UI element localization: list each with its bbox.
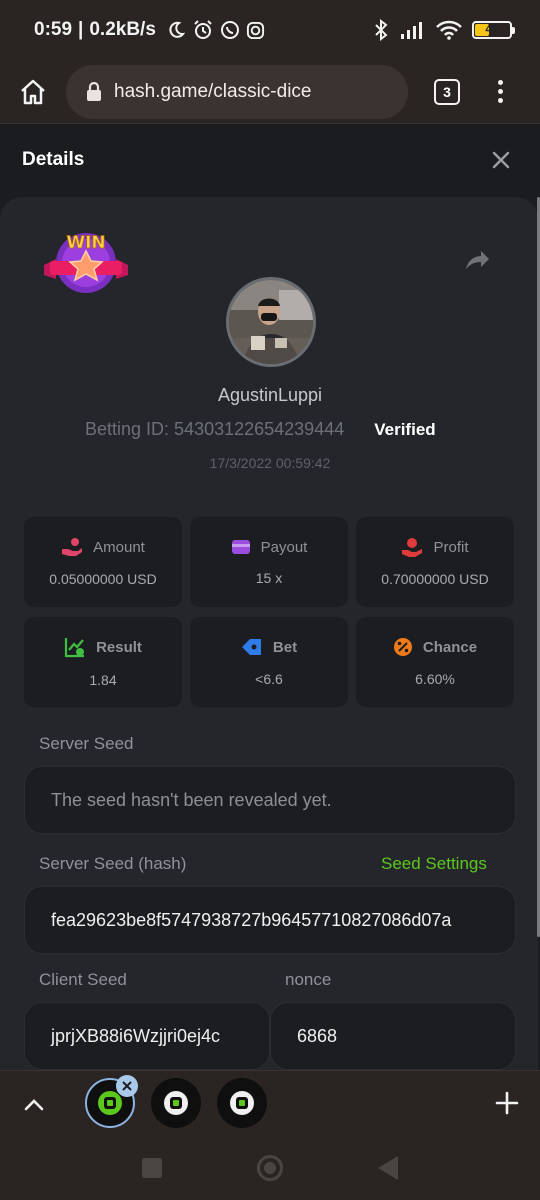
stat-value: 6.60% (415, 671, 455, 687)
close-icon (492, 151, 510, 169)
tab-strip (0, 1070, 540, 1136)
system-nav-bar (0, 1136, 540, 1200)
server-seed-hash-value: fea29623be8f5747938727b96457710827086d07… (51, 909, 452, 930)
moon-icon (169, 21, 186, 38)
url-bar[interactable]: hash.game/classic-dice (66, 64, 408, 119)
stat-value: 0.70000000 USD (381, 571, 489, 587)
betting-id: Betting ID: 54303122654239444 (85, 419, 345, 439)
chevron-up-icon (24, 1098, 44, 1110)
tab-thumbnail[interactable] (217, 1078, 267, 1128)
stat-label: Bet (272, 638, 298, 656)
stat-profit: Profit 0.70000000 USD (356, 517, 514, 607)
client-seed-field[interactable]: jprjXB88i6Wzjjri0ej4c (24, 1002, 270, 1070)
stat-amount: Amount 0.05000000 USD (24, 517, 182, 607)
home-icon (21, 79, 45, 104)
wallet-icon (231, 540, 250, 554)
modal-header: Details (0, 125, 540, 195)
battery-level: 41 (485, 22, 499, 36)
server-seed-label: Server Seed (39, 734, 134, 753)
stat-value: 1.84 (89, 672, 117, 688)
stat-bet: Bet <6.6 (190, 617, 348, 707)
stat-label: Payout (260, 538, 308, 556)
home-nav-button[interactable] (257, 1155, 283, 1181)
hash-game-favicon-icon (164, 1091, 188, 1115)
hand-coins-icon (62, 538, 83, 556)
battery-icon: 41 (472, 21, 515, 39)
back-button[interactable] (378, 1156, 398, 1180)
win-badge-icon: WIN (44, 233, 128, 293)
stat-label: Profit (433, 538, 469, 556)
betting-id-row: Betting ID: 54303122654239444 Verified (85, 419, 436, 440)
stats-grid: Amount 0.05000000 USD Payout 15 x Profit… (24, 517, 514, 707)
bet-timestamp: 17/3/2022 00:59:42 (209, 455, 331, 471)
server-seed-field[interactable]: The seed hasn't been revealed yet. (24, 766, 516, 834)
avatar (226, 277, 316, 367)
percent-icon (393, 638, 412, 656)
stat-label: Result (96, 638, 142, 656)
signal-icon (401, 22, 422, 39)
nonce-label: nonce (285, 970, 332, 989)
browser-menu-button[interactable] (498, 80, 503, 103)
wifi-icon (436, 20, 462, 40)
avatar-photo (229, 280, 313, 364)
seed-settings-link[interactable]: Seed Settings (381, 854, 487, 874)
url-text: hash.game/classic-dice (114, 80, 312, 102)
username: AgustinLuppi (217, 385, 323, 405)
hash-game-favicon-icon (230, 1091, 254, 1115)
stat-payout: Payout 15 x (190, 517, 348, 607)
close-icon (122, 1081, 132, 1091)
stat-chance: Chance 6.60% (356, 617, 514, 707)
status-time: 0:59 (34, 19, 73, 40)
chart-check-icon (64, 638, 85, 658)
alarm-icon (194, 20, 212, 39)
nonce-field[interactable]: 6868 (270, 1002, 516, 1070)
new-tab-button[interactable] (494, 1090, 520, 1116)
browser-toolbar: hash.game/classic-dice 3 (0, 60, 540, 124)
client-seed-label: Client Seed (39, 970, 127, 989)
modal-title: Details (22, 149, 85, 170)
stat-value: 0.05000000 USD (49, 571, 157, 587)
server-seed-hash-label: Server Seed (hash) (39, 854, 187, 873)
lock-icon (87, 81, 101, 101)
tab-thumbnail[interactable] (151, 1078, 201, 1128)
status-bar: 0:59 | 0.2kB/s 41 (0, 0, 540, 60)
notification-icons (166, 19, 265, 41)
network-speed: 0.2kB/s (89, 19, 156, 40)
share-button[interactable] (462, 245, 492, 275)
status-left: 0:59 | 0.2kB/s (34, 19, 265, 41)
tab-switcher-button[interactable]: 3 (434, 78, 460, 105)
stat-label: Amount (93, 538, 145, 556)
home-button[interactable] (16, 75, 50, 109)
stat-value: <6.6 (255, 671, 283, 687)
status-right: 41 (372, 19, 515, 41)
hand-money-icon (402, 538, 423, 557)
whatsapp-icon (220, 21, 239, 39)
close-button[interactable] (488, 147, 514, 173)
stat-value: 15 x (255, 570, 283, 586)
expand-tabs-button[interactable] (20, 1090, 48, 1118)
verified-link[interactable]: Verified (374, 420, 435, 440)
win-badge-text: WIN (66, 233, 105, 253)
details-modal: Details WIN AgustinLuppi Betting ID: 543… (0, 125, 540, 1070)
bluetooth-icon (375, 19, 388, 41)
stat-result: Result 1.84 (24, 617, 182, 707)
close-tab-button[interactable] (116, 1075, 138, 1097)
stat-label: Chance (422, 638, 478, 656)
nonce-value: 6868 (297, 1025, 338, 1046)
client-seed-value: jprjXB88i6Wzjjri0ej4c (51, 1025, 221, 1046)
server-seed-hash-field[interactable]: fea29623be8f5747938727b96457710827086d07… (24, 886, 516, 954)
server-seed-placeholder: The seed hasn't been revealed yet. (51, 789, 332, 810)
bet-details-card: WIN AgustinLuppi Betting ID: 54303122654… (0, 197, 538, 1070)
recents-button[interactable] (142, 1158, 162, 1178)
tag-icon (241, 639, 261, 655)
instagram-icon (246, 21, 264, 39)
